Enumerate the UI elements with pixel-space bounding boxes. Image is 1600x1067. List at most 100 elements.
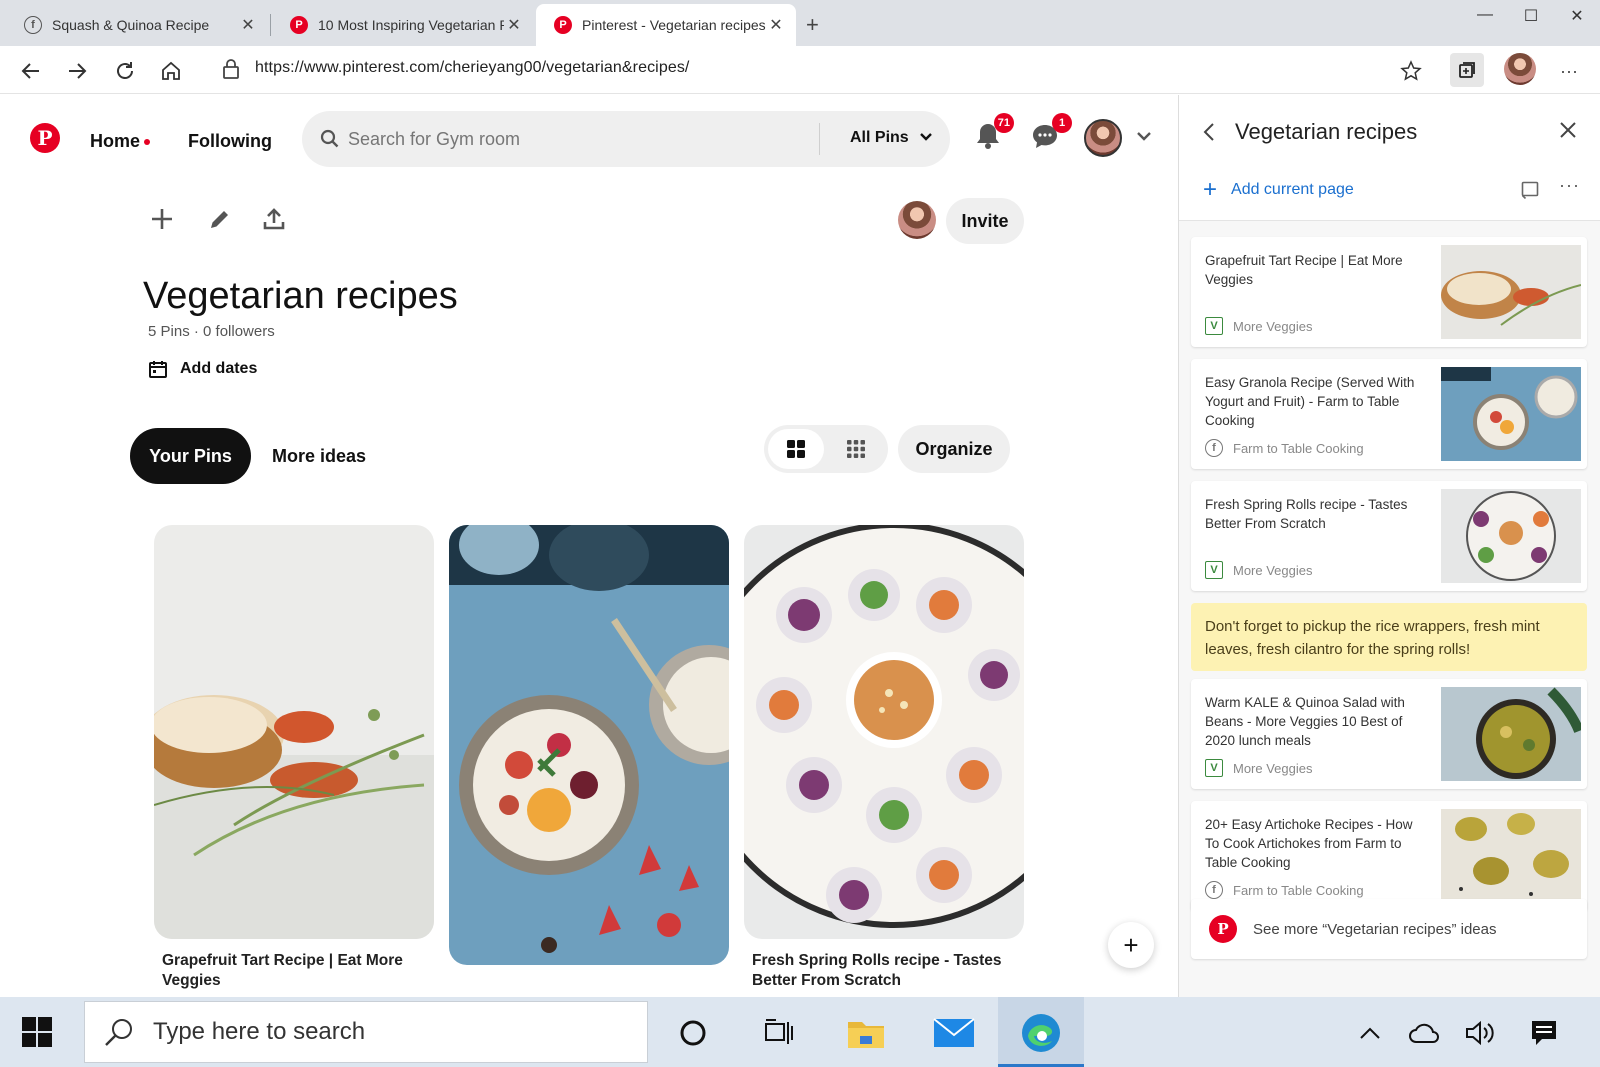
pin-granola-bowl[interactable] <box>449 525 729 965</box>
edit-pencil-icon[interactable] <box>208 207 232 236</box>
notifications-badge: 71 <box>993 113 1014 133</box>
notifications-button[interactable]: 71 <box>974 113 1014 157</box>
tab-close-icon[interactable]: ✕ <box>504 15 524 35</box>
collection-title: Vegetarian recipes <box>1235 119 1418 144</box>
volume-icon[interactable] <box>1458 1011 1502 1055</box>
url-field[interactable]: https://www.pinterest.com/cherieyang00/v… <box>255 59 689 77</box>
share-upload-icon[interactable] <box>262 207 286 236</box>
invite-button[interactable]: Invite <box>946 198 1024 244</box>
add-icon[interactable] <box>150 207 174 236</box>
search-bar: All Pins <box>302 111 950 167</box>
lock-icon[interactable] <box>222 58 240 85</box>
floating-add-button[interactable]: + <box>1108 922 1154 968</box>
add-current-page-button[interactable]: + Add current page <box>1203 176 1354 203</box>
favorite-star-icon[interactable] <box>1396 56 1426 86</box>
collection-card-granola[interactable]: Easy Granola Recipe (Served With Yogurt … <box>1191 359 1587 469</box>
collection-card-artichoke[interactable]: 20+ Easy Artichoke Recipes - How To Cook… <box>1191 801 1587 911</box>
user-avatar[interactable] <box>1084 119 1122 157</box>
mail-icon[interactable] <box>932 1011 976 1055</box>
pinterest-favicon-icon: P <box>554 16 572 34</box>
large-grid-button[interactable] <box>768 429 824 469</box>
browser-tab-inspiring[interactable]: P 10 Most Inspiring Vegetarian Re ✕ <box>272 4 534 46</box>
messages-button[interactable]: 1 <box>1030 113 1072 157</box>
back-arrow-icon[interactable] <box>16 56 46 86</box>
see-more-ideas-button[interactable]: P See more “Vegetarian recipes” ideas <box>1191 899 1587 959</box>
close-icon[interactable] <box>1559 121 1577 144</box>
large-grid-icon <box>787 440 805 458</box>
action-center-icon[interactable] <box>1522 1011 1566 1055</box>
collaborator-avatar[interactable] <box>898 201 936 239</box>
more-options-icon[interactable]: ··· <box>1559 175 1580 196</box>
home-icon[interactable] <box>156 56 186 86</box>
refresh-icon[interactable] <box>110 56 140 86</box>
nav-home-label: Home <box>90 131 141 151</box>
chevron-left-icon[interactable] <box>1201 121 1217 148</box>
pin-grapefruit-tart[interactable] <box>154 525 434 939</box>
nav-following[interactable]: Following <box>188 131 272 152</box>
source-v-icon: V <box>1205 561 1223 579</box>
new-tab-button[interactable]: + <box>806 12 819 38</box>
layout-toggle <box>764 425 888 473</box>
settings-more-icon[interactable]: ··· <box>1554 56 1584 86</box>
onedrive-cloud-icon[interactable] <box>1402 1011 1446 1055</box>
pin-caption[interactable]: Grapefruit Tart Recipe | Eat More Veggie… <box>162 951 442 991</box>
search-input[interactable] <box>348 111 808 167</box>
windows-start-icon[interactable] <box>22 1017 52 1052</box>
nav-home[interactable]: Home <box>90 131 151 152</box>
task-view-icon[interactable] <box>756 1011 800 1055</box>
card-source: V More Veggies <box>1205 561 1313 579</box>
chevron-down-icon <box>920 133 932 141</box>
browser-tab-pinterest-active[interactable]: P Pinterest - Vegetarian recipes ✕ <box>536 4 796 46</box>
maximize-icon[interactable]: ☐ <box>1516 6 1546 26</box>
collections-icon[interactable] <box>1450 53 1484 87</box>
spring-rolls-image <box>744 525 1024 939</box>
card-thumbnail-kale-salad <box>1441 687 1581 781</box>
address-bar: https://www.pinterest.com/cherieyang00/v… <box>0 46 1600 94</box>
card-source-label: More Veggies <box>1233 318 1313 334</box>
edge-browser-icon[interactable] <box>1019 1011 1063 1055</box>
card-source-label: More Veggies <box>1233 760 1313 776</box>
minimize-icon[interactable]: — <box>1470 6 1500 24</box>
window-close-icon[interactable]: ✕ <box>1562 6 1592 26</box>
taskbar-search-input[interactable] <box>153 1018 633 1046</box>
profile-avatar-icon[interactable] <box>1504 53 1536 85</box>
pin-caption[interactable]: Fresh Spring Rolls recipe - Tastes Bette… <box>752 951 1032 991</box>
card-title: Grapefruit Tart Recipe | Eat More Veggie… <box>1205 253 1403 287</box>
tab-your-pins[interactable]: Your Pins <box>130 428 251 484</box>
pinterest-favicon-icon: P <box>290 16 308 34</box>
collection-card-kale-salad[interactable]: Warm KALE & Quinoa Salad with Beans - Mo… <box>1191 679 1587 789</box>
tab-more-ideas[interactable]: More ideas <box>272 446 366 467</box>
file-explorer-icon[interactable] <box>844 1011 888 1055</box>
organize-button[interactable]: Organize <box>898 425 1010 473</box>
collection-card-spring-rolls[interactable]: Fresh Spring Rolls recipe - Tastes Bette… <box>1191 481 1587 591</box>
card-source-label: Farm to Table Cooking <box>1233 440 1364 456</box>
add-note-icon[interactable] <box>1521 181 1539 204</box>
grapefruit-tart-image <box>154 525 434 939</box>
card-thumbnail-granola <box>1441 367 1581 461</box>
compact-grid-icon <box>847 440 865 458</box>
tab-close-icon[interactable]: ✕ <box>238 15 258 35</box>
search-icon <box>320 129 340 154</box>
taskbar-search-box[interactable] <box>84 1001 648 1063</box>
add-dates-button[interactable]: Add dates <box>148 359 257 379</box>
pinterest-logo-icon[interactable]: P <box>30 123 60 153</box>
pin-spring-rolls[interactable] <box>744 525 1024 939</box>
board-title: Vegetarian recipes <box>143 275 458 317</box>
collection-card-grapefruit[interactable]: Grapefruit Tart Recipe | Eat More Veggie… <box>1191 237 1587 347</box>
plus-icon: + <box>1203 176 1218 203</box>
forward-arrow-icon[interactable] <box>62 56 92 86</box>
card-title: Warm KALE & Quinoa Salad with Beans - Mo… <box>1205 695 1405 748</box>
account-chevron-down-icon[interactable] <box>1136 129 1152 147</box>
compact-grid-button[interactable] <box>828 429 884 469</box>
collection-note[interactable]: Don't forget to pickup the rice wrappers… <box>1191 603 1587 671</box>
add-current-page-label: Add current page <box>1231 181 1354 198</box>
card-source-label: Farm to Table Cooking <box>1233 882 1364 898</box>
source-v-icon: V <box>1205 759 1223 777</box>
tab-close-icon[interactable]: ✕ <box>766 15 786 35</box>
show-hidden-icons-chevron-up-icon[interactable] <box>1348 1011 1392 1055</box>
browser-tab-squash[interactable]: f Squash & Quinoa Recipe ✕ <box>6 4 268 46</box>
all-pins-dropdown[interactable]: All Pins <box>850 129 933 147</box>
cortana-icon[interactable] <box>671 1011 715 1055</box>
board-meta: 5 Pins · 0 followers <box>148 323 275 340</box>
card-source-label: More Veggies <box>1233 562 1313 578</box>
